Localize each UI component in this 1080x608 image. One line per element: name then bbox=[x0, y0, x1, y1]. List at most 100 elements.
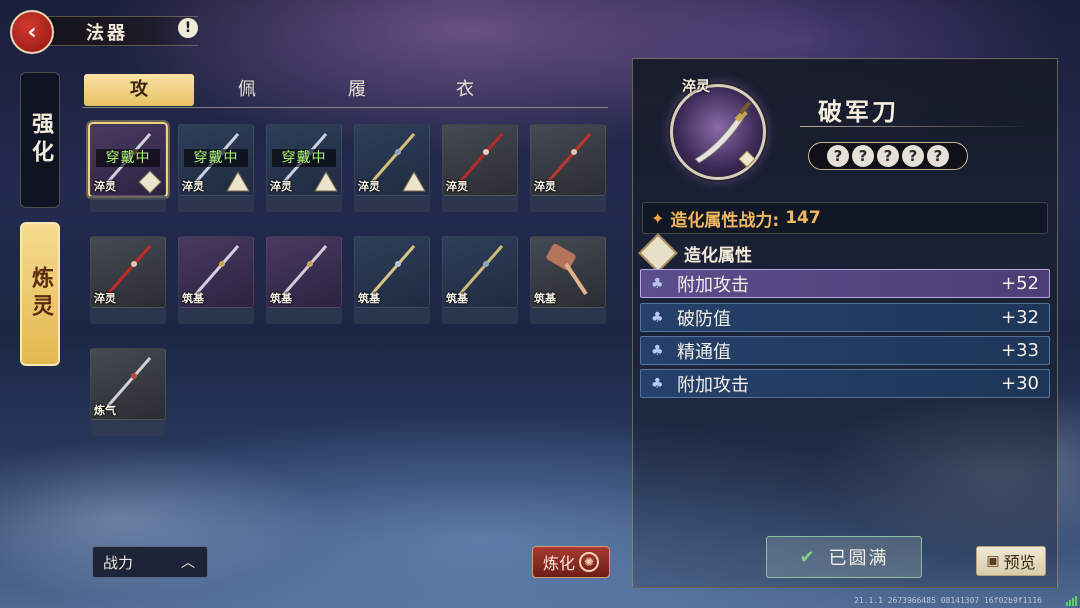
check-icon: ✔ bbox=[799, 546, 815, 568]
item-slot[interactable]: 穿戴中 淬灵 bbox=[266, 124, 342, 212]
item-slot[interactable]: 筑基 bbox=[530, 236, 606, 324]
item-footer-bar bbox=[442, 196, 518, 212]
blade-icon bbox=[694, 101, 756, 168]
item-grade: 筑基 bbox=[270, 292, 292, 305]
equipped-badge: 穿戴中 bbox=[272, 149, 336, 167]
slot-row: ? ? ? ? ? bbox=[808, 142, 968, 170]
flame-icon: ♣ bbox=[651, 275, 664, 292]
maxed-label: 已圆满 bbox=[828, 548, 889, 569]
item-footer-bar bbox=[530, 196, 606, 212]
slot-5[interactable]: ? bbox=[927, 145, 949, 167]
triangle-mark-icon bbox=[314, 171, 338, 192]
preview-button[interactable]: ▣ 预览 bbox=[976, 546, 1046, 576]
item-grade: 淬灵 bbox=[94, 180, 116, 193]
attr-value: +33 bbox=[1001, 340, 1039, 361]
attr-header: 造化属性 bbox=[638, 233, 752, 273]
item-grade: 淬灵 bbox=[358, 180, 380, 193]
diamond-icon bbox=[638, 233, 678, 273]
item-footer-bar bbox=[90, 196, 166, 212]
page-title: 法器 bbox=[86, 23, 128, 44]
maxed-button[interactable]: ✔ 已圆满 bbox=[766, 536, 922, 578]
item-grade: 筑基 bbox=[182, 292, 204, 305]
item-grade: 筑基 bbox=[534, 292, 556, 305]
attr-row-4: ♣ 附加攻击 +30 bbox=[640, 369, 1050, 398]
slot-2[interactable]: ? bbox=[852, 145, 874, 167]
item-grade: 淬灵 bbox=[94, 292, 116, 305]
equipped-badge: 穿戴中 bbox=[96, 149, 160, 167]
attr-row-2: ♣ 破防值 +32 bbox=[640, 303, 1050, 332]
triangle-mark-icon bbox=[402, 171, 426, 192]
detail-grade: 淬灵 bbox=[682, 79, 710, 95]
tab-attack[interactable]: 攻 bbox=[84, 74, 194, 106]
item-slot[interactable]: 穿戴中 淬灵 bbox=[178, 124, 254, 212]
item-slot[interactable]: 淬灵 bbox=[530, 124, 606, 212]
version-text: 21.1.1 2673966485 08141307 16f02b9f1116 bbox=[854, 596, 1042, 605]
power-value: 147 bbox=[785, 208, 821, 228]
item-slot[interactable]: 淬灵 bbox=[354, 124, 430, 212]
item-footer-bar bbox=[178, 196, 254, 212]
flame-icon: ♣ bbox=[651, 342, 664, 359]
item-slot[interactable]: 穿戴中 淬灵 bbox=[90, 124, 166, 212]
side-tab-refine[interactable]: 炼灵 bbox=[20, 222, 60, 366]
diamond-mark-icon bbox=[138, 170, 162, 194]
item-slot[interactable]: 炼气 bbox=[90, 348, 166, 436]
attr-name: 附加攻击 bbox=[677, 274, 749, 296]
item-grade: 筑基 bbox=[446, 292, 468, 305]
lotus-icon: ✦ bbox=[651, 208, 665, 228]
smelt-button[interactable]: 炼化 ✺ bbox=[532, 546, 610, 578]
item-slot[interactable]: 淬灵 bbox=[90, 236, 166, 324]
swirl-icon: ✺ bbox=[579, 552, 599, 572]
item-grade: 淬灵 bbox=[534, 180, 556, 193]
side-tab-strengthen[interactable]: 强化 bbox=[20, 72, 60, 208]
signal-icon bbox=[1066, 596, 1077, 606]
item-footer-bar bbox=[90, 420, 166, 436]
attr-header-label: 造化属性 bbox=[684, 245, 752, 266]
weapon-name: 破军刀 bbox=[818, 98, 899, 126]
item-grade: 淬灵 bbox=[270, 180, 292, 193]
alert-icon[interactable]: ! bbox=[178, 18, 198, 38]
chevron-up-icon: ︿ bbox=[181, 555, 195, 571]
item-footer-bar bbox=[266, 308, 342, 324]
book-icon: ▣ bbox=[986, 553, 1000, 569]
item-slot[interactable]: 淬灵 bbox=[442, 124, 518, 212]
weapon-portrait bbox=[670, 84, 766, 180]
top-bar: ‹ 法器 ! bbox=[0, 0, 240, 62]
attr-row-1: ♣ 附加攻击 +52 bbox=[640, 269, 1050, 298]
back-icon: ‹ bbox=[27, 19, 37, 45]
power-label: 造化属性战力: bbox=[670, 210, 780, 231]
back-button[interactable]: ‹ bbox=[10, 10, 54, 54]
item-slot[interactable]: 筑基 bbox=[178, 236, 254, 324]
tab-accessory[interactable]: 佩 bbox=[192, 74, 302, 106]
preview-label: 预览 bbox=[1003, 553, 1036, 572]
item-grade: 筑基 bbox=[358, 292, 380, 305]
attr-value: +32 bbox=[1001, 307, 1039, 328]
item-slot[interactable]: 筑基 bbox=[442, 236, 518, 324]
item-footer-bar bbox=[90, 308, 166, 324]
triangle-mark-icon bbox=[226, 171, 250, 192]
smelt-label: 炼化 bbox=[542, 554, 575, 573]
attr-value: +52 bbox=[1001, 273, 1039, 294]
item-footer-bar bbox=[442, 308, 518, 324]
attr-name: 精通值 bbox=[677, 341, 731, 363]
item-footer-bar bbox=[354, 196, 430, 212]
name-divider bbox=[800, 126, 1034, 127]
sort-dropdown[interactable]: 战力 ︿ bbox=[92, 546, 208, 578]
item-grade: 炼气 bbox=[94, 404, 116, 417]
tab-boots[interactable]: 履 bbox=[302, 74, 412, 106]
tab-clothes[interactable]: 衣 bbox=[410, 74, 520, 106]
item-slot[interactable]: 筑基 bbox=[266, 236, 342, 324]
slot-3[interactable]: ? bbox=[877, 145, 899, 167]
item-grade: 淬灵 bbox=[182, 180, 204, 193]
flame-icon: ♣ bbox=[651, 309, 664, 326]
attr-name: 破防值 bbox=[677, 308, 731, 330]
flame-icon: ♣ bbox=[651, 375, 664, 392]
slot-4[interactable]: ? bbox=[902, 145, 924, 167]
category-tabs: 攻 佩 履 衣 bbox=[82, 74, 608, 108]
equipped-badge: 穿戴中 bbox=[184, 149, 248, 167]
item-slot[interactable]: 筑基 bbox=[354, 236, 430, 324]
power-row: ✦ 造化属性战力: 147 bbox=[642, 202, 1048, 234]
slot-1[interactable]: ? bbox=[827, 145, 849, 167]
item-footer-bar bbox=[178, 308, 254, 324]
item-grade: 淬灵 bbox=[446, 180, 468, 193]
attr-name: 附加攻击 bbox=[677, 374, 749, 396]
